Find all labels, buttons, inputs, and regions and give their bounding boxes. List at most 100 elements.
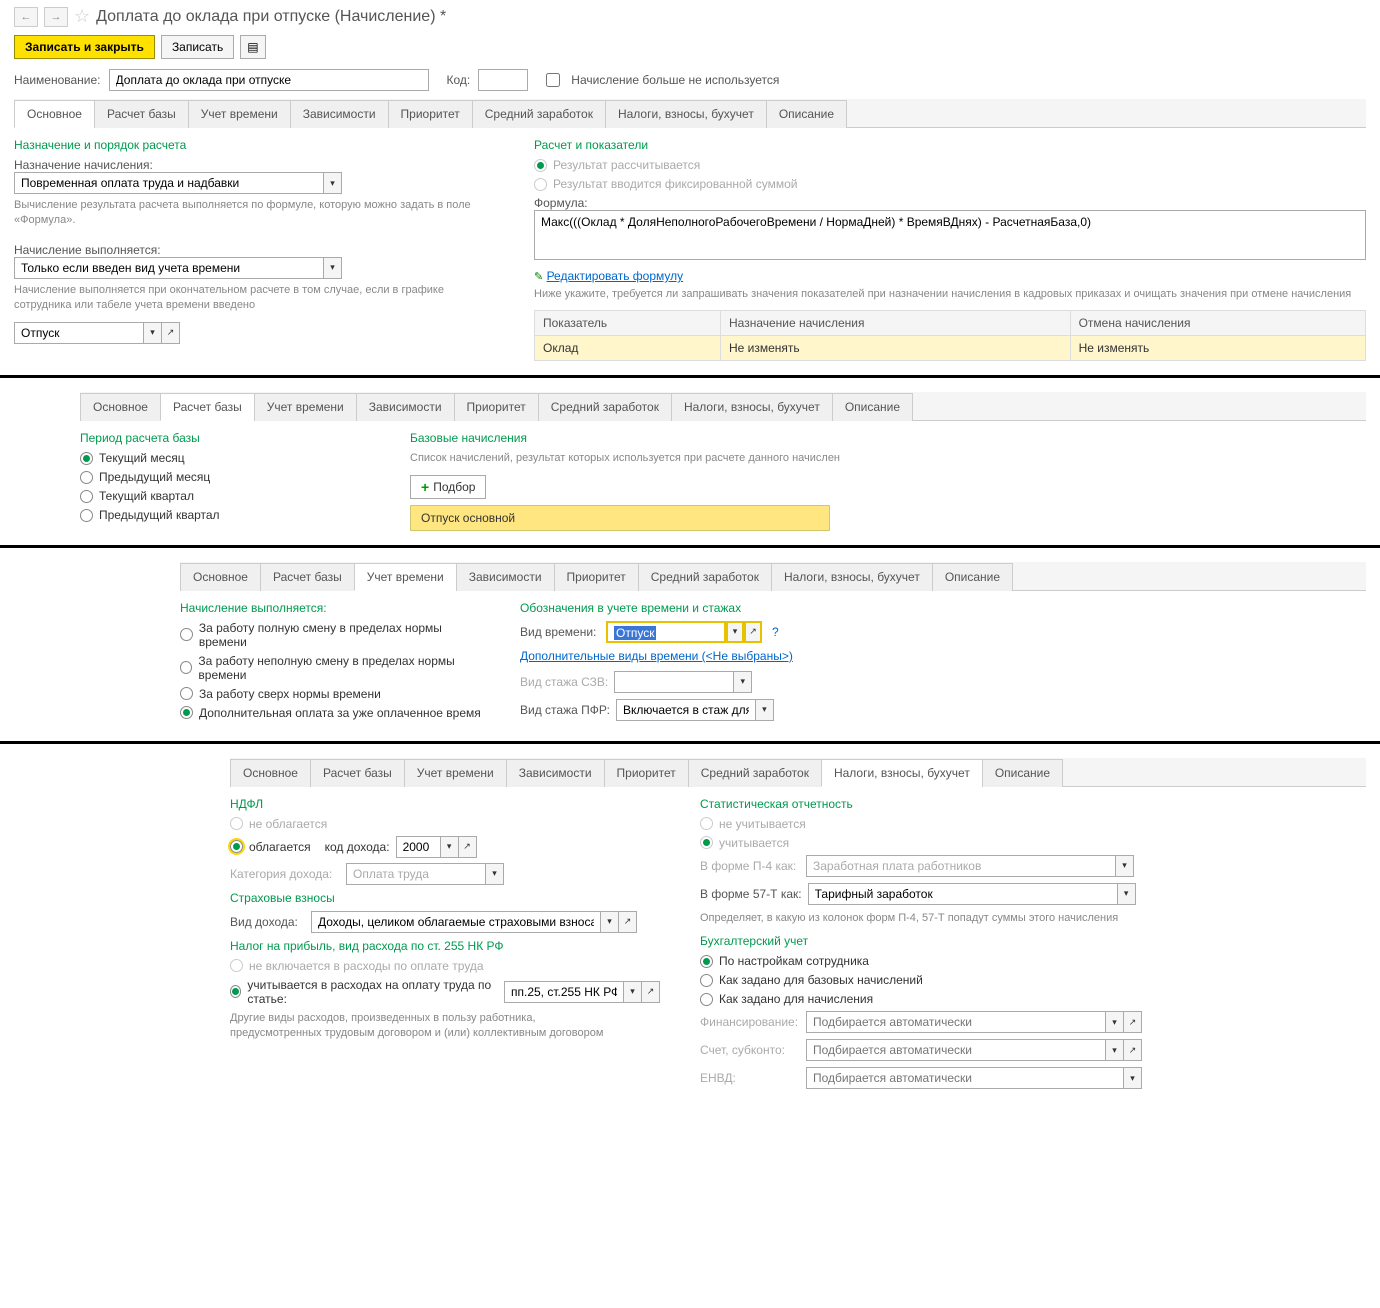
radio-tax[interactable] [230,840,243,853]
formula-textarea[interactable] [534,210,1366,260]
open-button[interactable]: ↗ [642,981,660,1003]
article-select[interactable] [504,981,624,1003]
tab-avg[interactable]: Средний заработок [638,563,772,591]
star-icon[interactable]: ☆ [74,6,90,27]
dropdown-button: ▾ [1116,855,1134,877]
time-type-select[interactable]: Отпуск [606,621,726,643]
radio-extra[interactable] [180,706,193,719]
open-button[interactable]: ↗ [619,911,637,933]
szv-label: Вид стажа СЗВ: [520,675,608,689]
radio-emp[interactable] [700,955,713,968]
open-button[interactable]: ↗ [162,322,180,344]
radio-partial[interactable] [180,661,192,674]
tab-desc[interactable]: Описание [932,563,1013,591]
tab-basic[interactable]: Основное [230,759,311,787]
tab-tax[interactable]: Налоги, взносы, бухучет [671,393,833,421]
dropdown-button[interactable]: ▾ [624,981,642,1003]
tabs-main: Основное Расчет базы Учет времени Зависи… [14,99,1366,128]
radio-fixed [534,178,547,191]
name-input[interactable] [109,69,429,91]
radio-prev-q[interactable] [80,509,93,522]
base-item[interactable]: Отпуск основной [410,505,830,531]
tab-time[interactable]: Учет времени [404,759,507,787]
tab-desc[interactable]: Описание [982,759,1063,787]
tab-avg[interactable]: Средний заработок [688,759,822,787]
p57-select[interactable] [808,883,1118,905]
tab-time[interactable]: Учет времени [188,100,291,128]
open-button[interactable]: ↗ [459,836,477,858]
exec-select[interactable] [14,257,324,279]
help-icon[interactable]: ? [772,625,779,639]
tab-priority[interactable]: Приоритет [604,759,689,787]
group-calc: Расчет и показатели [534,138,1366,152]
radio-calc [534,159,547,172]
back-button[interactable]: ← [14,7,38,27]
group-period: Период расчета базы [80,431,380,445]
tab-base[interactable]: Расчет базы [310,759,405,787]
dropdown-button[interactable]: ▾ [441,836,459,858]
tab-tax[interactable]: Налоги, взносы, бухучет [771,563,933,591]
p57-label: В форме 57-Т как: [700,887,802,901]
code-input[interactable] [478,69,528,91]
extra-types-link[interactable]: Дополнительные виды времени (<Не выбраны… [520,649,793,663]
tab-basic[interactable]: Основное [80,393,161,421]
dropdown-button[interactable]: ▾ [1118,883,1136,905]
dropdown-button[interactable]: ▾ [144,322,162,344]
dropdown-button[interactable]: ▾ [734,671,752,693]
dropdown-button[interactable]: ▾ [726,621,744,643]
tab-avg[interactable]: Средний заработок [538,393,672,421]
tab-priority[interactable]: Приоритет [554,563,639,591]
tab-tax[interactable]: Налоги, взносы, бухучет [605,100,767,128]
tab-basic[interactable]: Основное [180,563,261,591]
tab-base[interactable]: Расчет базы [160,393,255,421]
tax-code-input[interactable] [396,836,441,858]
radio-cur-month[interactable] [80,452,93,465]
td-assign[interactable]: Не изменять [721,336,1071,361]
tab-base[interactable]: Расчет базы [260,563,355,591]
group-exec: Начисление выполняется: [180,601,490,615]
tab-deps[interactable]: Зависимости [356,393,455,421]
tab-priority[interactable]: Приоритет [388,100,473,128]
radio-cur-q[interactable] [80,490,93,503]
tab-time[interactable]: Учет времени [254,393,357,421]
radio-accr[interactable] [700,993,713,1006]
time-type-input[interactable] [14,322,144,344]
tab-basic[interactable]: Основное [14,100,95,128]
tab-avg[interactable]: Средний заработок [472,100,606,128]
td-cancel[interactable]: Не изменять [1070,336,1365,361]
tab-deps[interactable]: Зависимости [506,759,605,787]
save-button[interactable]: Записать [161,35,234,59]
radio-full[interactable] [180,628,193,641]
edit-formula-link[interactable]: Редактировать формулу [547,269,684,283]
td-indicator[interactable]: Оклад [535,336,721,361]
purpose-select[interactable] [14,172,324,194]
radio-prev-month[interactable] [80,471,93,484]
unused-checkbox[interactable] [546,73,560,87]
pfr-select[interactable] [616,699,756,721]
income-select[interactable] [311,911,601,933]
report-button[interactable]: ▤ [240,35,265,59]
dropdown-button[interactable]: ▾ [601,911,619,933]
radio-exp[interactable] [230,985,241,998]
dropdown-button[interactable]: ▾ [756,699,774,721]
tab-desc[interactable]: Описание [832,393,913,421]
forward-button[interactable]: → [44,7,68,27]
tab-priority[interactable]: Приоритет [454,393,539,421]
add-button[interactable]: +Подбор [410,475,486,499]
radio-over[interactable] [180,687,193,700]
tab-base[interactable]: Расчет базы [94,100,189,128]
tab-time[interactable]: Учет времени [354,563,457,591]
radio-base[interactable] [700,974,713,987]
code-label: Код: [447,73,471,87]
group-profit: Налог на прибыль, вид расхода по ст. 255… [230,939,660,953]
tab-desc[interactable]: Описание [766,100,847,128]
tab-deps[interactable]: Зависимости [456,563,555,591]
szv-select[interactable] [614,671,734,693]
tab-deps[interactable]: Зависимости [290,100,389,128]
save-close-button[interactable]: Записать и закрыть [14,35,155,59]
p4-select [806,855,1116,877]
dropdown-button[interactable]: ▾ [324,257,342,279]
open-button[interactable]: ↗ [744,621,762,643]
dropdown-button[interactable]: ▾ [324,172,342,194]
tab-tax[interactable]: Налоги, взносы, бухучет [821,759,983,787]
